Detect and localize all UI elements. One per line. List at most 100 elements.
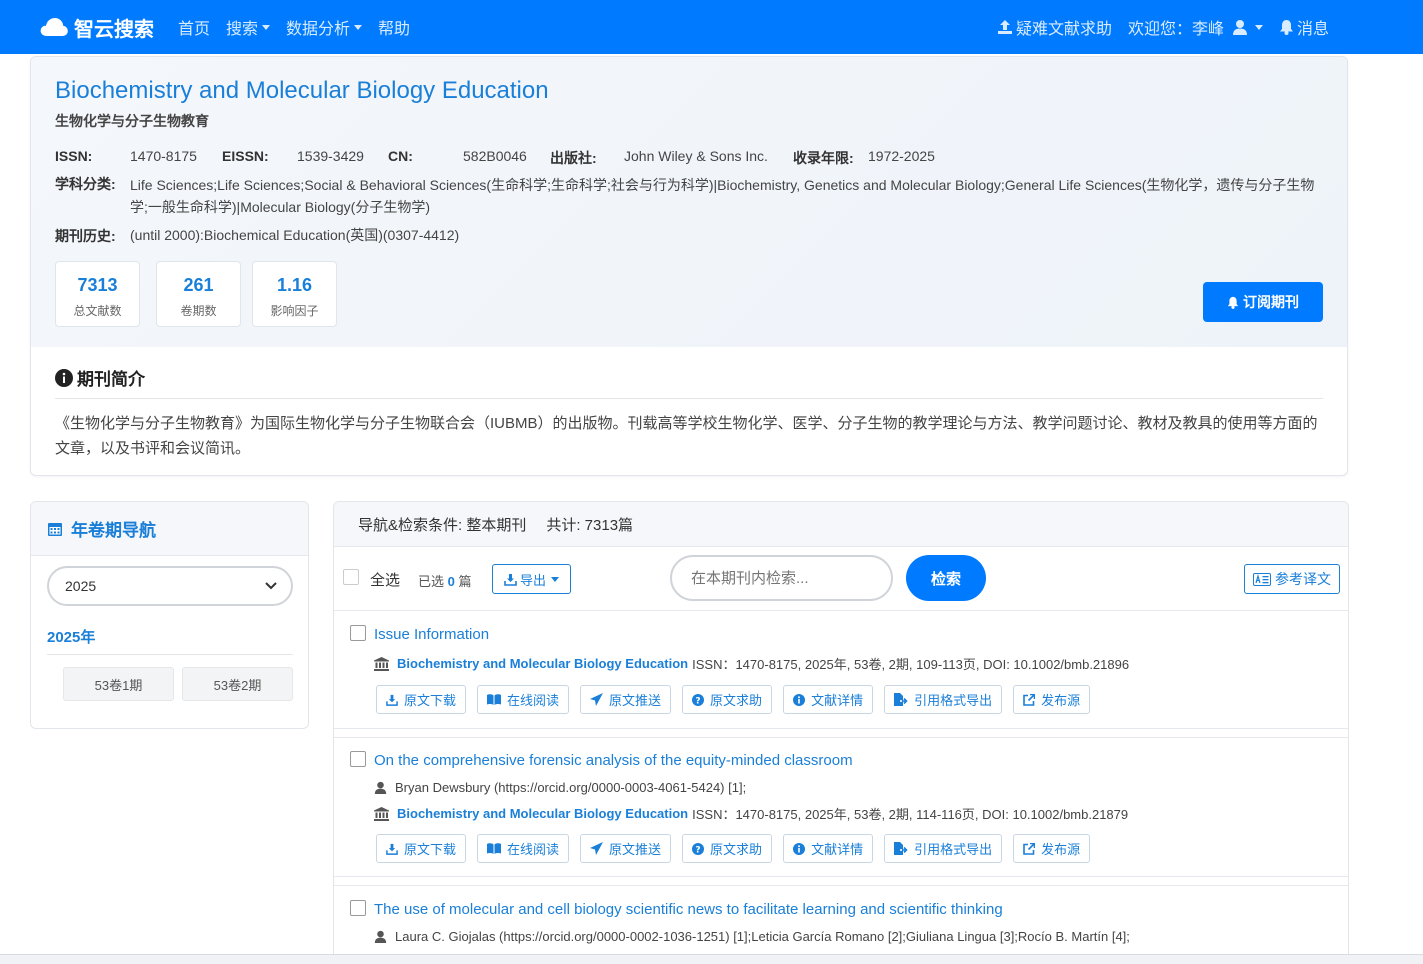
read-online-button[interactable]: 在线阅读 bbox=[477, 685, 570, 714]
item-meta: ISSN：1470-8175, 2025年, 53卷, 2期, 109-113页… bbox=[692, 657, 1130, 672]
info-icon bbox=[793, 842, 806, 855]
cite-export-button[interactable]: 引用格式导出 bbox=[884, 685, 1003, 714]
nav-analysis[interactable]: 数据分析 bbox=[286, 15, 363, 39]
external-link-icon bbox=[1023, 693, 1036, 706]
book-icon bbox=[487, 843, 502, 854]
details-button[interactable]: 文献详情 bbox=[783, 685, 874, 714]
item-title[interactable]: Issue Information bbox=[374, 626, 489, 643]
nav-home-label: 首页 bbox=[178, 21, 211, 38]
sidebar-header: 年卷期导航 bbox=[31, 502, 308, 556]
item-source-line: Biochemistry and Molecular Biology Educa… bbox=[374, 654, 1129, 673]
result-item: The use of molecular and cell biology sc… bbox=[334, 887, 1348, 964]
journal-search-input[interactable] bbox=[670, 555, 893, 601]
horizontal-scrollbar[interactable] bbox=[0, 954, 1423, 964]
push-button[interactable]: 原文推送 bbox=[580, 685, 672, 714]
chevron-down-icon bbox=[265, 582, 277, 590]
item-title[interactable]: On the comprehensive forensic analysis o… bbox=[374, 752, 853, 769]
translate-label: 参考译文 bbox=[1275, 571, 1331, 587]
stat-issues: 261 卷期数 bbox=[156, 261, 241, 327]
journal-subtitle: 生物化学与分子生物教育 bbox=[55, 113, 209, 129]
download-icon bbox=[386, 694, 398, 706]
year-group-label[interactable]: 2025年 bbox=[47, 626, 293, 655]
download-button[interactable]: 原文下载 bbox=[376, 685, 467, 714]
issue-button[interactable]: 53卷1期 bbox=[63, 667, 174, 701]
request-button[interactable]: ? 原文求助 bbox=[682, 834, 773, 863]
user-menu[interactable]: 欢迎您：李峰 bbox=[1128, 15, 1263, 39]
messages-link[interactable]: 消息 bbox=[1279, 15, 1329, 39]
brand-logo[interactable]: 智云搜索 bbox=[40, 13, 154, 42]
item-source[interactable]: Biochemistry and Molecular Biology Educa… bbox=[397, 806, 688, 821]
file-export-icon bbox=[894, 842, 908, 855]
item-checkbox[interactable] bbox=[350, 900, 366, 916]
journal-meta-row: ISSN: 1470-8175 EISSN: 1539-3429 CN: 582… bbox=[55, 148, 1323, 168]
results-header: 导航&检索条件: 整本期刊 共计: 7313篇 bbox=[334, 502, 1348, 547]
calendar-icon bbox=[48, 522, 62, 536]
subject-value: Life Sciences;Life Sciences;Social & Beh… bbox=[130, 177, 1315, 215]
item-checkbox[interactable] bbox=[350, 625, 366, 641]
action-label: 原文求助 bbox=[710, 842, 763, 857]
year-select[interactable]: 2025 bbox=[47, 566, 293, 606]
item-source[interactable]: Biochemistry and Molecular Biology Educa… bbox=[397, 656, 688, 671]
nav-search[interactable]: 搜索 bbox=[226, 15, 271, 39]
selected-number: 0 bbox=[447, 574, 455, 589]
stat-number: 1.16 bbox=[276, 275, 313, 295]
cite-export-button[interactable]: 引用格式导出 bbox=[884, 834, 1003, 863]
chevron-down-icon bbox=[262, 24, 271, 30]
eissn-label: EISSN: bbox=[222, 148, 269, 164]
publisher-label: 出版社: bbox=[550, 150, 597, 166]
help-request-link[interactable]: 疑难文献求助 bbox=[997, 15, 1112, 39]
results-toolbar: 全选 已选 0 篇 导出 检索 参考译文 bbox=[334, 547, 1348, 611]
bell-icon bbox=[1279, 20, 1293, 35]
question-icon: ? bbox=[692, 842, 705, 855]
user-icon bbox=[374, 781, 387, 794]
action-label: 原文下载 bbox=[404, 693, 457, 708]
item-title[interactable]: The use of molecular and cell biology sc… bbox=[374, 901, 1003, 918]
item-divider bbox=[334, 877, 1348, 886]
top-navbar: 智云搜索 首页 搜索 数据分析 帮助 疑难文献求助 欢迎您：李峰 消息 bbox=[0, 0, 1423, 54]
subject-label: 学科分类: bbox=[55, 176, 116, 192]
nav-help[interactable]: 帮助 bbox=[378, 15, 410, 39]
journal-info-card: Biochemistry and Molecular Biology Educa… bbox=[30, 56, 1348, 476]
sidebar-title: 年卷期导航 bbox=[71, 521, 156, 540]
subscribe-button[interactable]: 订阅期刊 bbox=[1203, 282, 1323, 322]
issue-button[interactable]: 53卷2期 bbox=[182, 667, 293, 701]
selected-prefix: 已选 bbox=[418, 574, 445, 589]
action-label: 发布源 bbox=[1041, 842, 1081, 857]
source-button[interactable]: 发布源 bbox=[1013, 834, 1091, 863]
translate-button[interactable]: 参考译文 bbox=[1244, 564, 1340, 594]
chevron-down-icon bbox=[354, 24, 363, 30]
journal-intro: 期刊简介 《生物化学与分子生物教育》为国际生物化学与分子生物联合会（IUBMB）… bbox=[31, 347, 1347, 461]
journal-title[interactable]: Biochemistry and Molecular Biology Educa… bbox=[55, 77, 1323, 105]
nav-home[interactable]: 首页 bbox=[178, 15, 210, 39]
item-actions: 原文下载 在线阅读 原文推送 ? 原文求助 文献详情 引用格式导出 发布源 bbox=[376, 685, 1101, 714]
download-icon bbox=[504, 573, 517, 586]
issn-label: ISSN: bbox=[55, 148, 93, 164]
push-button[interactable]: 原文推送 bbox=[580, 834, 672, 863]
publisher-value: John Wiley & Sons Inc. bbox=[624, 148, 768, 164]
history-value: (until 2000):Biochemical Education(英国)(0… bbox=[130, 227, 460, 243]
request-button[interactable]: ? 原文求助 bbox=[682, 685, 773, 714]
stat-total-docs: 7313 总文献数 bbox=[55, 261, 140, 327]
book-icon bbox=[487, 694, 502, 705]
select-all-checkbox[interactable] bbox=[343, 569, 359, 585]
item-checkbox[interactable] bbox=[350, 751, 366, 767]
translate-icon bbox=[1253, 572, 1271, 586]
download-button[interactable]: 原文下载 bbox=[376, 834, 467, 863]
stat-label: 卷期数 bbox=[180, 304, 217, 318]
search-condition: 导航&检索条件: 整本期刊 bbox=[358, 516, 527, 534]
item-source-line: Biochemistry and Molecular Biology Educa… bbox=[374, 804, 1128, 823]
search-button[interactable]: 检索 bbox=[906, 555, 986, 601]
export-button[interactable]: 导出 bbox=[492, 564, 571, 594]
institution-icon bbox=[374, 806, 389, 821]
select-all-label[interactable]: 全选 bbox=[370, 569, 400, 590]
source-button[interactable]: 发布源 bbox=[1013, 685, 1091, 714]
stat-number: 261 bbox=[183, 275, 214, 295]
details-button[interactable]: 文献详情 bbox=[783, 834, 874, 863]
stat-label: 总文献数 bbox=[73, 304, 122, 318]
nav-analysis-label: 数据分析 bbox=[286, 21, 351, 38]
cn-value: 582B0046 bbox=[463, 148, 527, 164]
read-online-button[interactable]: 在线阅读 bbox=[477, 834, 570, 863]
user-icon bbox=[374, 930, 387, 943]
action-label: 在线阅读 bbox=[507, 693, 560, 708]
stat-impact-factor: 1.16 影响因子 bbox=[252, 261, 337, 327]
